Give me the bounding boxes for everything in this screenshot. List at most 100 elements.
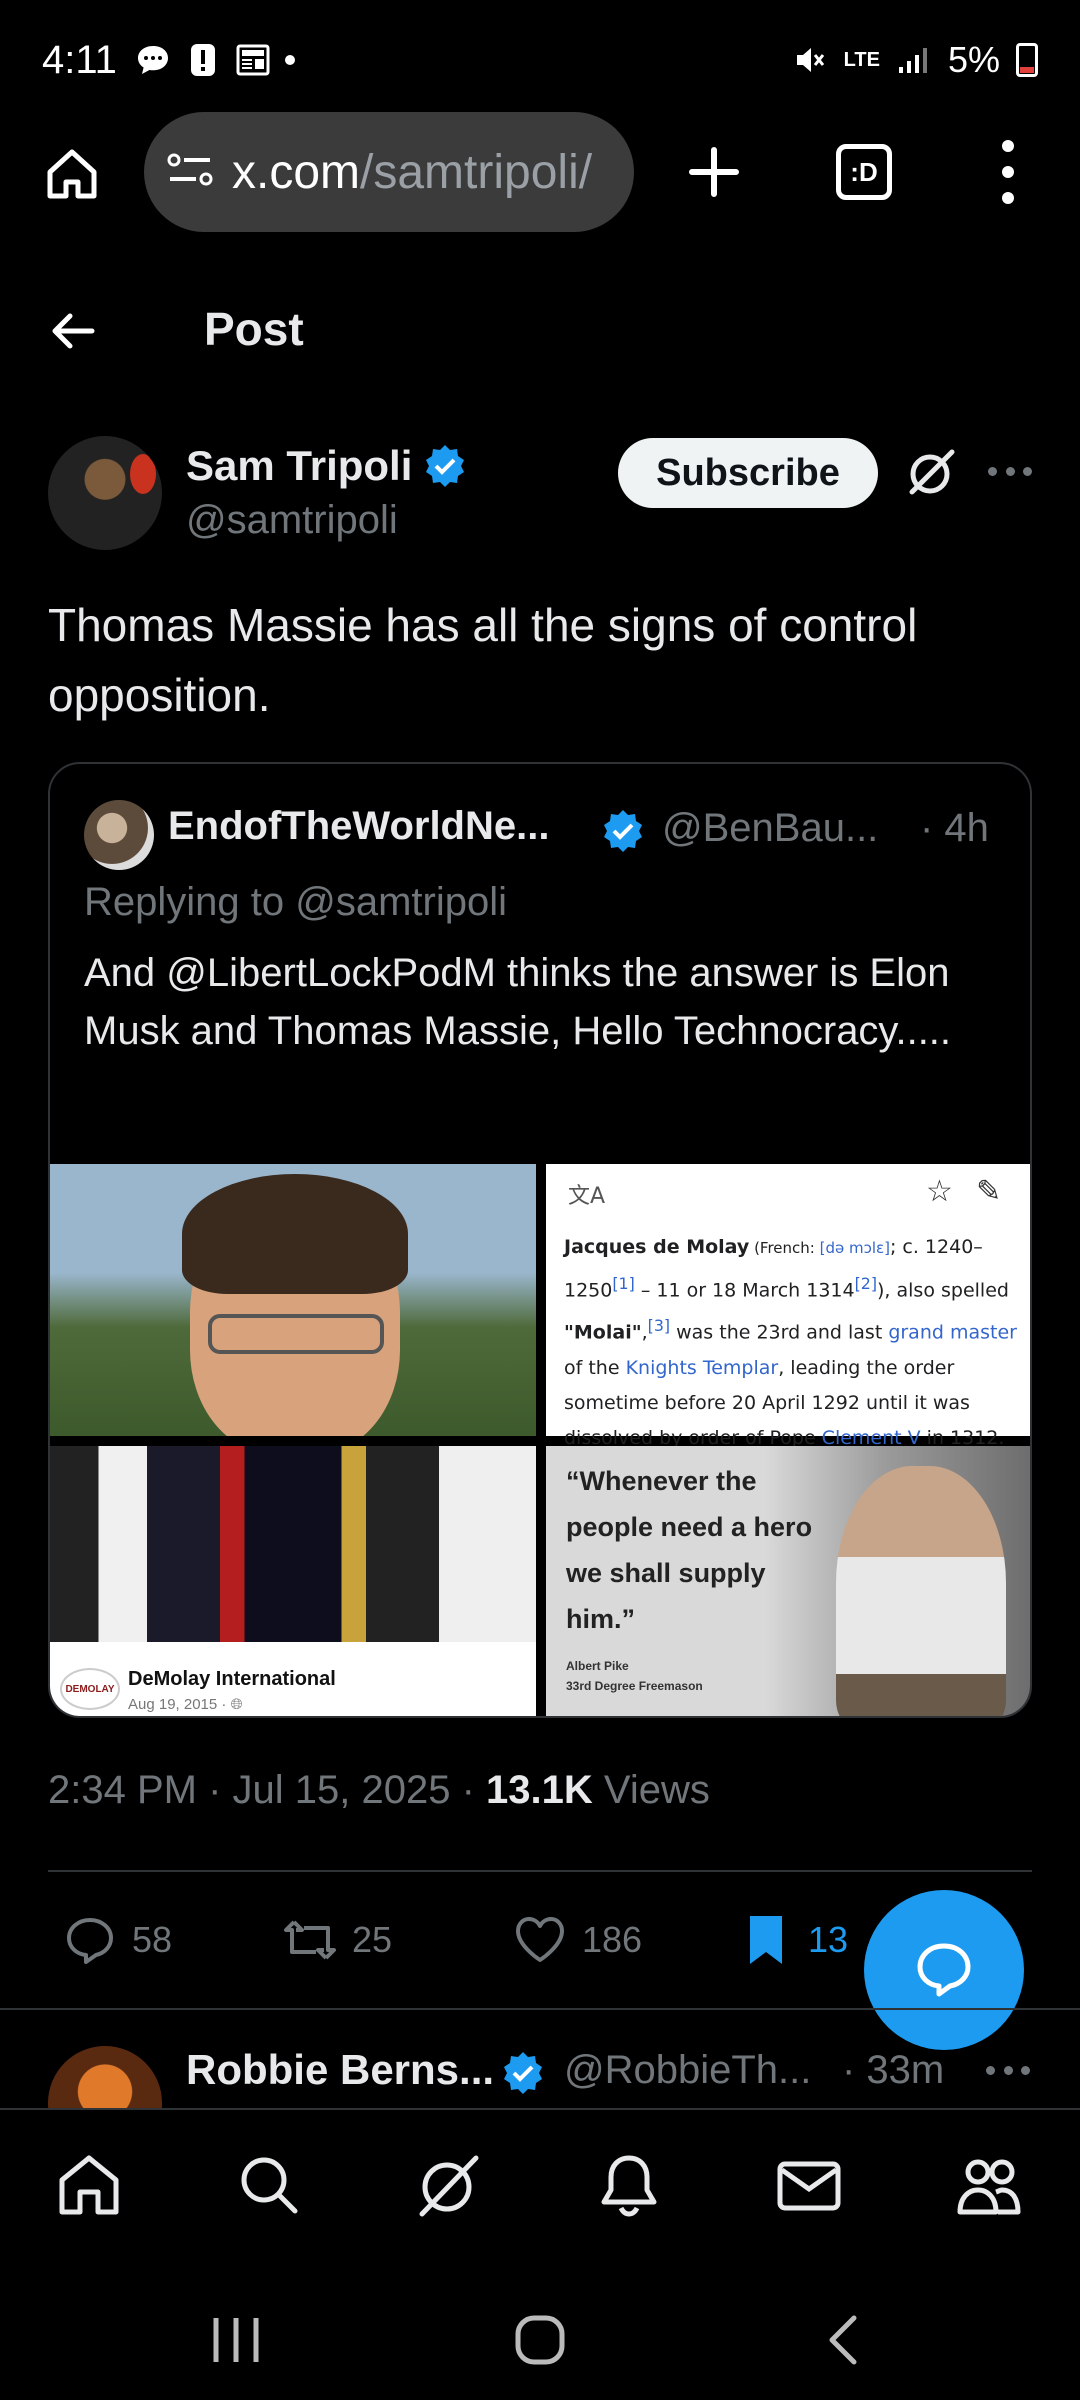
bottom-navigation [0, 2108, 1080, 2258]
demolay-logo: DEMOLAY [60, 1668, 120, 1710]
bookmark-icon [750, 1916, 782, 1964]
edit-icon: ✎ [976, 1174, 1002, 1209]
wiki-frag: (French: [749, 1239, 820, 1257]
reply-avatar[interactable] [48, 2046, 162, 2108]
divider [48, 1870, 1032, 1872]
wiki-link: grand master [888, 1321, 1017, 1344]
quoted-author-handle[interactable]: @BenBau... [662, 806, 878, 851]
battery-percent: 5% [947, 39, 1000, 80]
pike-attribution: Albert Pike 33rd Degree Freemason [566, 1656, 703, 1696]
pike-title: 33rd Degree Freemason [566, 1679, 703, 1693]
glasses-shape [208, 1314, 384, 1354]
pike-portrait [836, 1466, 1006, 1716]
wiki-ipa-link: [də mɔlɛ] [819, 1239, 890, 1257]
post-timestamp: 2:34 PM · Jul 15, 2025 · 13.1K Views [48, 1768, 710, 1813]
wiki-ref: [2] [854, 1274, 878, 1293]
demolay-date-text: Aug 19, 2015 · [128, 1696, 231, 1713]
author-handle[interactable]: @samtripoli [186, 498, 398, 543]
repost-count: 25 [352, 1919, 393, 1960]
page-title: Post [204, 303, 304, 355]
site-settings-icon[interactable] [166, 150, 214, 195]
browser-menu-icon[interactable] [990, 140, 1026, 204]
back-arrow-icon[interactable] [50, 308, 96, 354]
like-count: 186 [582, 1919, 643, 1960]
alert-icon [185, 42, 221, 78]
reply-icon [67, 1918, 113, 1964]
quoted-text: And @LibertLockPodM thinks the answer is… [84, 951, 952, 1053]
verified-badge-icon [504, 2052, 542, 2094]
translate-icon: 文A [568, 1184, 606, 1209]
media-image-wikipedia[interactable]: 文A ☆ ✎ Jacques de Molay (French: [də mɔl… [546, 1164, 1030, 1449]
url-domain: x.com [232, 145, 361, 199]
reply-item[interactable]: Robbie Berns... @RobbieTh... · 33m [0, 2040, 1080, 2108]
status-bar: 4:11 LTE 5% [0, 0, 1080, 120]
subscribe-button[interactable]: Subscribe [618, 438, 878, 508]
recents-icon[interactable] [206, 2310, 266, 2370]
more-options-icon[interactable] [988, 456, 1032, 486]
grok-icon[interactable] [414, 2150, 484, 2220]
star-icon: ☆ [926, 1174, 953, 1209]
bookmark-button[interactable]: 13 [738, 1912, 848, 1968]
author-name[interactable]: Sam Tripoli [186, 442, 412, 490]
messages-icon[interactable] [774, 2150, 844, 2220]
battery-icon [1016, 43, 1038, 77]
media-image-massie[interactable] [50, 1164, 536, 1436]
signal-icon [896, 42, 932, 78]
new-tab-icon[interactable] [684, 142, 744, 202]
reply-count: 58 [132, 1919, 173, 1960]
timestamp-text: 2:34 PM · Jul 15, 2025 · [48, 1768, 487, 1812]
search-icon[interactable] [234, 2150, 304, 2220]
system-home-icon[interactable] [510, 2310, 570, 2370]
chat-bubble-icon [135, 42, 171, 78]
verified-badge-icon [604, 810, 642, 852]
heart-icon [516, 1917, 564, 1962]
grok-icon[interactable] [906, 446, 958, 498]
url-path: /samtripoli/ [360, 145, 593, 199]
views-count: 13.1K [486, 1768, 593, 1812]
wiki-link: Knights Templar [625, 1356, 779, 1379]
url-text[interactable]: x.com/samtripoli/ [232, 145, 592, 200]
wiki-ref: [1] [612, 1274, 635, 1293]
repost-icon [284, 1920, 336, 1960]
tab-switcher-button[interactable]: :D [836, 144, 892, 200]
demolay-date: Aug 19, 2015 · 🌐︎ [128, 1696, 243, 1713]
wiki-frag: ), also spelled [877, 1279, 1009, 1302]
wiki-frag: of the [564, 1356, 626, 1379]
media-image-demolay[interactable]: DEMOLAY DeMolay International Aug 19, 20… [50, 1446, 536, 1716]
like-button[interactable]: 186 [512, 1912, 642, 1968]
pike-quote: “Whenever the people need a hero we shal… [566, 1466, 813, 1634]
pike-name: Albert Pike [566, 1659, 629, 1673]
status-time: 4:11 [42, 37, 117, 82]
network-type: LTE [843, 48, 880, 71]
more-options-icon[interactable] [986, 2066, 1030, 2075]
quoted-post[interactable]: EndofTheWorldNe... @BenBau... · 4h Reply… [48, 762, 1032, 1718]
notifications-icon[interactable] [594, 2150, 664, 2220]
system-back-icon[interactable] [816, 2310, 876, 2370]
reply-author-handle[interactable]: @RobbieTh... [564, 2048, 811, 2093]
wiki-frag: was the 23rd and last [670, 1321, 889, 1344]
bookmark-count: 13 [808, 1919, 849, 1960]
communities-icon[interactable] [954, 2150, 1024, 2220]
quoted-time: · 4h [920, 806, 989, 850]
author-name-row[interactable]: Sam Tripoli [186, 442, 468, 490]
verified-badge-icon [426, 445, 465, 487]
reply-button[interactable]: 58 [62, 1912, 172, 1968]
compose-reply-button[interactable] [864, 1890, 1024, 2050]
demolay-photo [50, 1446, 536, 1642]
wiki-frag: – 11 or 18 March 1314 [634, 1279, 855, 1302]
wiki-title: Jacques de Molay [564, 1236, 750, 1258]
reply-author-name[interactable]: Robbie Berns... [186, 2046, 494, 2094]
author-avatar[interactable] [48, 436, 162, 550]
notification-icons [135, 42, 295, 78]
media-image-pike[interactable]: “Whenever the people need a hero we shal… [546, 1446, 1030, 1716]
hair-shape [182, 1174, 408, 1294]
wiki-frag: "Molai" [564, 1321, 642, 1344]
repost-button[interactable]: 25 [282, 1912, 392, 1968]
quoted-avatar[interactable] [84, 800, 154, 870]
post-header: Post [0, 290, 1080, 370]
status-icons-right: LTE 5% [792, 39, 1038, 81]
browser-home-icon[interactable] [42, 144, 102, 204]
quoted-author-name[interactable]: EndofTheWorldNe... [168, 804, 549, 849]
address-bar[interactable]: x.com/samtripoli/ [144, 112, 634, 232]
home-icon[interactable] [54, 2150, 124, 2220]
